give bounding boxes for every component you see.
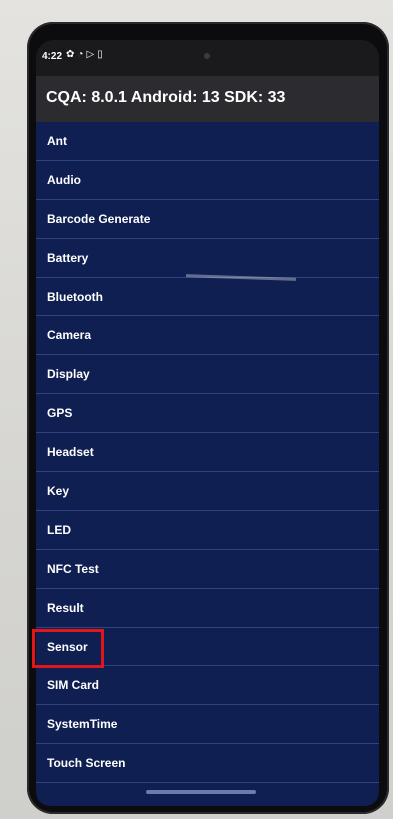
list-item-label: NFC Test — [47, 561, 99, 576]
list-item-sim-card[interactable]: SIM Card — [36, 666, 379, 706]
list-item-label: Result — [47, 600, 84, 615]
list-item-label: Display — [47, 367, 90, 382]
phone-screen: 4:22 ✿◔▷▯ CQA: 8.0.1 Android: 13 SDK: 33… — [36, 40, 379, 806]
app-title-bar: CQA: 8.0.1 Android: 13 SDK: 33 — [36, 76, 379, 122]
list-item-label: Key — [47, 484, 70, 499]
status-icons: ✿◔▷▯ — [66, 49, 106, 60]
list-item-label: Battery — [47, 250, 89, 265]
list-item-label: Headset — [47, 445, 94, 460]
status-time: 4:22 — [42, 51, 63, 62]
list-item-result[interactable]: Result — [36, 589, 379, 628]
gear-icon: ✿ — [66, 49, 78, 60]
gesture-nav-handle[interactable] — [146, 790, 256, 794]
app-title: CQA: 8.0.1 Android: 13 SDK: 33 — [46, 89, 286, 106]
list-item-battery[interactable]: Battery — [36, 239, 379, 278]
list-item-label: Touch Screen — [47, 756, 126, 771]
list-item-camera[interactable]: Camera — [36, 316, 379, 356]
list-item-label: Bluetooth — [47, 289, 103, 304]
list-item-barcode-generate[interactable]: Barcode Generate — [36, 200, 379, 239]
list-item-nfc-test[interactable]: NFC Test — [36, 550, 379, 589]
list-item-label: LED — [47, 522, 71, 537]
test-menu-list: Ant Audio Barcode Generate Battery Bluet… — [36, 122, 379, 784]
list-item-label: Camera — [47, 328, 92, 343]
front-camera — [204, 53, 210, 59]
status-bar: 4:22 ✿◔▷▯ — [36, 40, 379, 76]
list-item-label: SystemTime — [47, 717, 118, 732]
sim-icon: ▯ — [97, 49, 106, 60]
list-item-led[interactable]: LED — [36, 511, 379, 550]
list-item-key[interactable]: Key — [36, 472, 379, 511]
list-item-label: GPS — [47, 406, 73, 421]
list-item-label: Barcode Generate — [47, 211, 151, 226]
play-icon: ▷ — [86, 49, 98, 60]
list-item-headset[interactable]: Headset — [36, 433, 379, 473]
list-item-label: SIM Card — [47, 678, 100, 693]
sensor-highlight-box — [32, 629, 104, 668]
list-item-systemtime[interactable]: SystemTime — [36, 705, 379, 745]
list-item-bluetooth[interactable]: Bluetooth — [36, 278, 379, 317]
list-item-gps[interactable]: GPS — [36, 394, 379, 434]
list-item-display[interactable]: Display — [36, 355, 379, 395]
list-item-label: Ant — [47, 134, 67, 148]
list-item-ant[interactable]: Ant — [36, 122, 379, 161]
list-item-touch-screen[interactable]: Touch Screen — [36, 744, 379, 784]
list-item-audio[interactable]: Audio — [36, 161, 379, 200]
list-item-label: Audio — [47, 172, 81, 187]
